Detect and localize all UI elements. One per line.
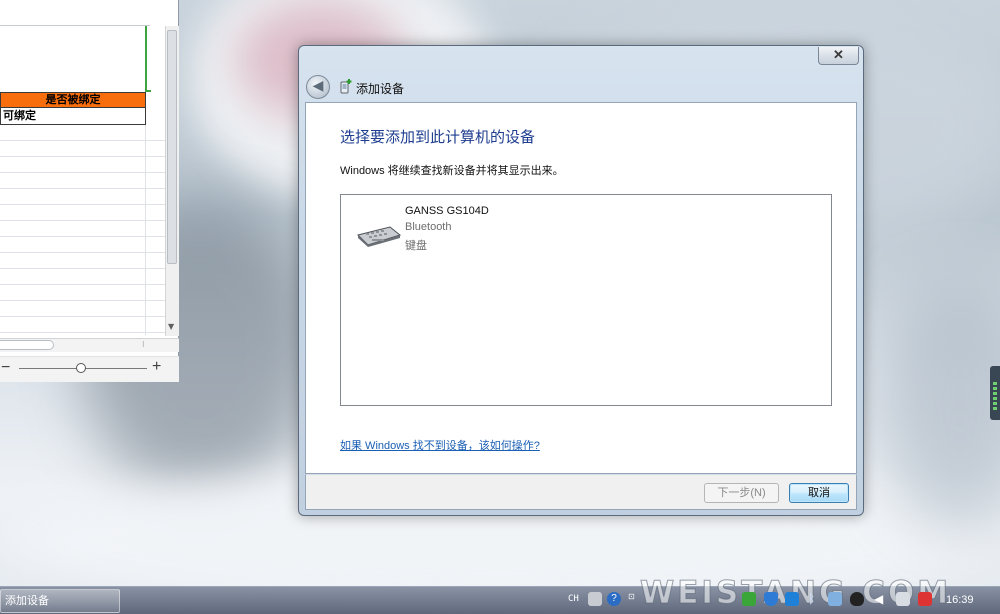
app-icon[interactable] [742,592,756,606]
device-name: GANSS GS104D [405,205,489,217]
qq-icon[interactable] [850,592,864,606]
zoom-slider-knob[interactable] [76,363,86,373]
network-icon[interactable] [785,592,799,606]
dialog-titlebar[interactable]: ◀ 添加设备 ✕ [299,46,863,101]
help-link[interactable]: 如果 Windows 找不到设备，该如何操作? [340,437,540,453]
selection-border [145,26,147,92]
volume-icon[interactable]: ◀ [874,592,888,606]
zoom-out-button[interactable]: − [1,359,10,377]
device-item[interactable]: GANSS GS104D Bluetooth 键盘 [341,195,541,255]
dialog-footer: 下一步(N) 取消 [305,474,857,510]
keyboard-tray-icon[interactable] [588,592,602,606]
horizontal-scroll-thumb[interactable] [0,340,54,350]
next-button[interactable]: 下一步(N) [704,483,779,503]
zoom-in-button[interactable]: + [152,358,161,376]
excel-window: 是否被绑定 可绑定 ▼ ⁝ − + [0,0,179,382]
clock[interactable]: 16:39 [946,594,974,606]
scroll-split-icon[interactable]: ⁝ [142,340,145,349]
cancel-button[interactable]: 取消 [789,483,849,503]
scroll-down-arrow-icon[interactable]: ▼ [168,322,174,331]
device-category: 键盘 [405,240,427,252]
dialog-title: 添加设备 [356,82,405,96]
device-list[interactable]: GANSS GS104D Bluetooth 键盘 [340,194,832,406]
formula-area[interactable] [0,0,150,26]
add-device-dialog: ◀ 添加设备 ✕ 选择要添加到此计算机的设备 Windows 将继续查找新设备并… [298,45,864,516]
close-button[interactable]: ✕ [818,47,859,65]
shield-icon[interactable] [764,592,778,606]
vertical-scroll-thumb[interactable] [167,30,177,264]
value-cell[interactable]: 可绑定 [0,108,146,125]
sheet-grid[interactable] [0,125,165,335]
page-heading: 选择要添加到此计算机的设备 [340,129,536,146]
bluetooth-icon[interactable]: ᛒ [808,592,822,606]
device-connection-type: Bluetooth [405,221,452,233]
display-icon[interactable] [828,592,842,606]
language-indicator[interactable]: CH [568,594,579,604]
notification-icon[interactable]: ⊡ [628,592,636,606]
add-device-icon [340,79,352,94]
monitor-icon[interactable] [896,592,910,606]
taskbar-item-add-device[interactable]: 添加设备 [0,589,120,613]
keyboard-icon [357,226,402,247]
back-button[interactable]: ◀ [306,75,330,99]
header-cell[interactable]: 是否被绑定 [0,92,146,108]
dialog-content: 选择要添加到此计算机的设备 Windows 将继续查找新设备并将其显示出来。 G… [305,102,857,474]
instruction-text: Windows 将继续查找新设备并将其显示出来。 [340,165,564,177]
network-disconnected-icon[interactable] [918,592,932,606]
help-icon[interactable]: ? [607,592,621,606]
gadget-level-bars [993,382,997,412]
